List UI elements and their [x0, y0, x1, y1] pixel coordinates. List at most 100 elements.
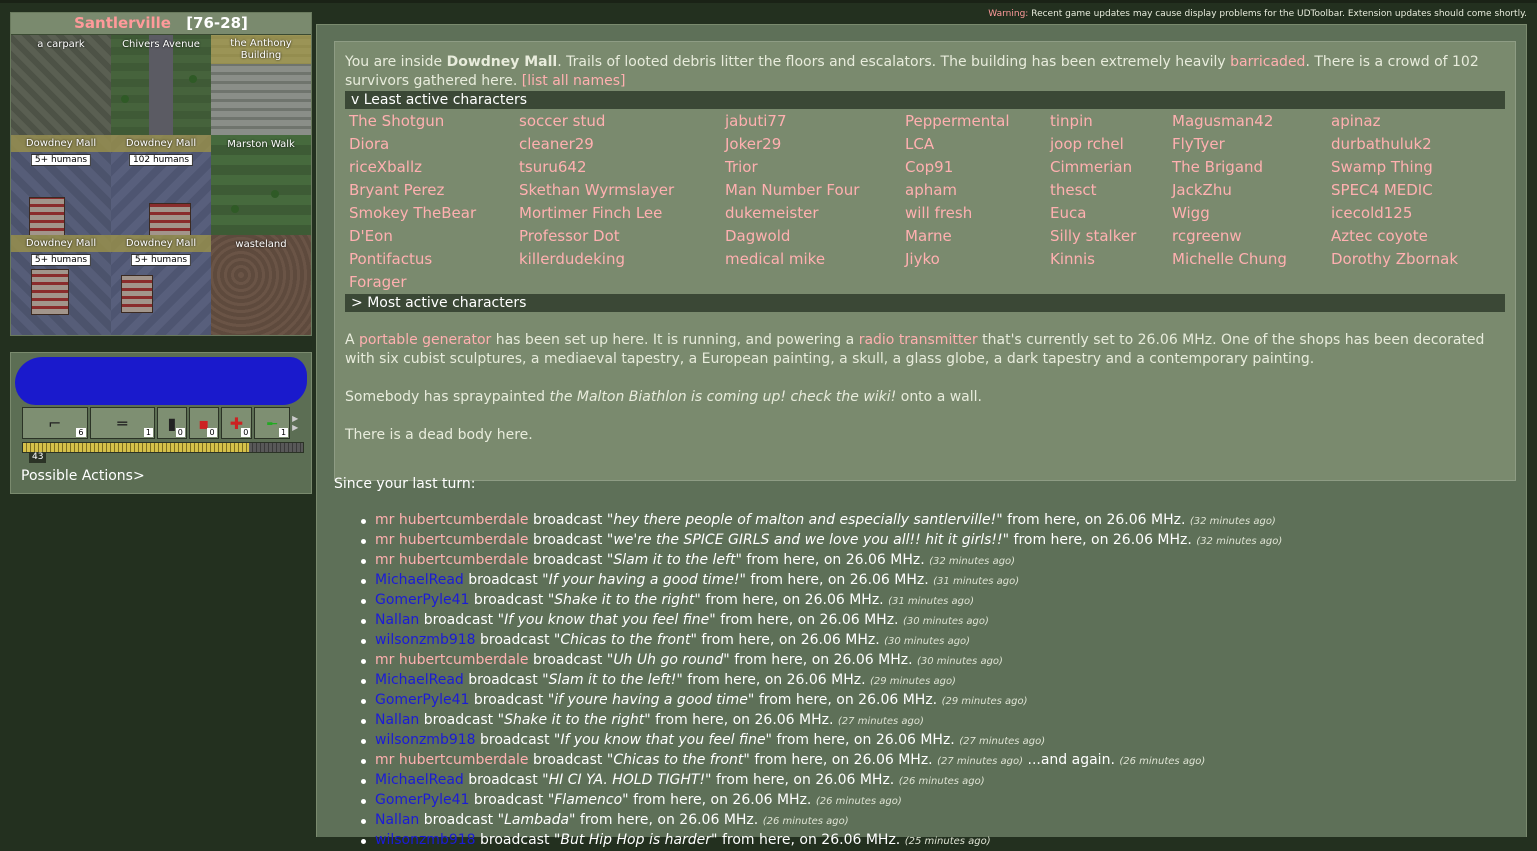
tree-icon [189, 75, 197, 83]
character-name-link[interactable]: Trior [725, 158, 905, 177]
character-name-link[interactable]: Dagwold [725, 227, 905, 246]
character-name-link[interactable]: FlyTyer [1172, 135, 1331, 154]
character-name-link[interactable]: tsuru642 [519, 158, 725, 177]
character-name-link[interactable]: GomerPyle41 [375, 792, 469, 808]
character-name-link[interactable]: Euca [1050, 204, 1172, 223]
map-cell-n[interactable]: Chivers Avenue [111, 35, 211, 135]
syringe-slot[interactable]: ╾ 1 [254, 407, 291, 439]
least-active-header[interactable]: v Least active characters [345, 91, 1505, 109]
map-cell-w[interactable]: Dowdney Mall 5+ humans [11, 135, 111, 235]
map-cell-sw[interactable]: Dowdney Mall 5+ humans [11, 235, 111, 335]
list-all-names-link[interactable]: [list all names] [522, 73, 626, 89]
character-name-link[interactable]: GomerPyle41 [375, 692, 469, 708]
character-name-link[interactable]: Pontifactus [349, 250, 519, 269]
character-name-link[interactable]: tinpin [1050, 112, 1172, 131]
character-name-link[interactable]: Diora [349, 135, 519, 154]
character-name-link[interactable]: LCA [905, 135, 1050, 154]
character-name-link[interactable]: Skethan Wyrmslayer [519, 181, 725, 200]
character-name-link[interactable]: thesct [1050, 181, 1172, 200]
inventory-scroll[interactable]: ▶ ▶ [292, 407, 302, 439]
character-name-link[interactable]: D'Eon [349, 227, 519, 246]
map-cell-name: the Anthony Building [211, 35, 311, 64]
map-cell-s[interactable]: Dowdney Mall 5+ humans [111, 235, 211, 335]
most-active-header[interactable]: > Most active characters [345, 294, 1505, 312]
character-name-link[interactable]: Dorothy Zbornak [1331, 250, 1501, 269]
character-name-link[interactable]: Joker29 [725, 135, 905, 154]
map-cell-e[interactable]: Marston Walk [211, 135, 311, 235]
character-name-link[interactable]: Peppermental [905, 112, 1050, 131]
event-tail: from here, on 26.06 MHz. [721, 832, 901, 848]
character-name-link[interactable]: Michelle Chung [1172, 250, 1331, 269]
pistol-slot[interactable]: ⌐ 6 [22, 407, 88, 439]
character-name-link[interactable]: The Shotgun [349, 112, 519, 131]
map-cell-nw[interactable]: a carpark [11, 35, 111, 135]
character-name-link[interactable]: Smokey TheBear [349, 204, 519, 223]
character-name-link[interactable]: dukemeister [725, 204, 905, 223]
map-cell-ne[interactable]: the Anthony Building [211, 35, 311, 135]
character-name-link[interactable]: MichaelRead [375, 772, 464, 788]
shotgun-slot[interactable]: ═ 1 [89, 407, 155, 439]
character-name-link[interactable]: Nallan [375, 712, 419, 728]
event-verb: broadcast [468, 672, 538, 688]
generator-paragraph: A portable generator has been set up her… [345, 331, 1505, 369]
barricade-link[interactable]: barricaded [1230, 54, 1305, 70]
character-name-link[interactable]: soccer stud [519, 112, 725, 131]
possible-actions-toggle[interactable]: Possible Actions> [21, 468, 145, 484]
character-name-link[interactable]: JackZhu [1172, 181, 1331, 200]
character-name-link[interactable]: mr hubertcumberdale [375, 652, 529, 668]
character-name-link[interactable]: Marne [905, 227, 1050, 246]
character-name-link[interactable]: Silly stalker [1050, 227, 1172, 246]
character-name-link[interactable]: Cimmerian [1050, 158, 1172, 177]
character-name-link[interactable]: Wigg [1172, 204, 1331, 223]
character-name-link[interactable]: Magusman42 [1172, 112, 1331, 131]
character-name-link[interactable]: Cop91 [905, 158, 1050, 177]
character-list: The Shotgun soccer stud jabuti77 Pepperment… [345, 109, 1505, 292]
event-timestamp: (26 minutes ago) [762, 816, 849, 827]
character-name-link[interactable]: MichaelRead [375, 672, 464, 688]
character-name-link[interactable]: mr hubertcumberdale [375, 552, 529, 568]
suburb-name: Santlerville [74, 14, 171, 32]
character-name-link[interactable]: icecold125 [1331, 204, 1501, 223]
character-name-link[interactable]: Jiyko [905, 250, 1050, 269]
character-name-link[interactable]: joop rchel [1050, 135, 1172, 154]
character-name-link[interactable]: will fresh [905, 204, 1050, 223]
shells-slot[interactable]: ▪ 0 [188, 407, 219, 439]
character-name-link[interactable]: SPEC4 MEDIC [1331, 181, 1501, 200]
character-name-link[interactable]: MichaelRead [375, 572, 464, 588]
character-name-link[interactable]: riceXballz [349, 158, 519, 177]
character-name-link[interactable]: Bryant Perez [349, 181, 519, 200]
character-name-link[interactable]: GomerPyle41 [375, 592, 469, 608]
character-name-link[interactable]: wilsonzmb918 [375, 832, 476, 848]
character-name-link[interactable]: Nallan [375, 612, 419, 628]
character-name-link[interactable]: mr hubertcumberdale [375, 512, 529, 528]
character-name-link[interactable]: The Brigand [1172, 158, 1331, 177]
character-name-link[interactable]: Swamp Thing [1331, 158, 1501, 177]
event-tail: from here, on 26.06 MHz. [705, 592, 884, 608]
character-name-link[interactable]: jabuti77 [725, 112, 905, 131]
character-name-link[interactable]: mr hubertcumberdale [375, 532, 529, 548]
event-verb: broadcast [473, 692, 544, 708]
character-name-link[interactable]: mr hubertcumberdale [375, 752, 529, 768]
character-name-link[interactable]: Aztec coyote [1331, 227, 1501, 246]
character-name-link[interactable]: Mortimer Finch Lee [519, 204, 725, 223]
character-name-link[interactable]: Man Number Four [725, 181, 905, 200]
character-name-link[interactable]: apinaz [1331, 112, 1501, 131]
character-name-link[interactable]: cleaner29 [519, 135, 725, 154]
first-aid-slot[interactable]: ✚ 0 [220, 407, 253, 439]
character-name-link[interactable]: medical mike [725, 250, 905, 269]
generator-link[interactable]: portable generator [359, 332, 491, 348]
text-fragment: . Trails of looted debris litter the flo… [557, 54, 1231, 70]
character-name-link[interactable]: rcgreenw [1172, 227, 1331, 246]
character-name-link[interactable]: wilsonzmb918 [375, 732, 476, 748]
character-name-link[interactable]: killerdudeking [519, 250, 725, 269]
radio-link[interactable]: radio transmitter [859, 332, 978, 348]
character-name-link[interactable]: wilsonzmb918 [375, 632, 476, 648]
character-name-link[interactable]: Forager [349, 273, 519, 292]
character-name-link[interactable]: Professor Dot [519, 227, 725, 246]
character-name-link[interactable]: Kinnis [1050, 250, 1172, 269]
character-name-link[interactable]: apham [905, 181, 1050, 200]
character-name-link[interactable]: Nallan [375, 812, 419, 828]
character-name-link[interactable]: durbathuluk2 [1331, 135, 1501, 154]
map-cell-se[interactable]: wasteland [211, 235, 311, 335]
ammo-slot[interactable]: ▮ 0 [157, 407, 187, 439]
